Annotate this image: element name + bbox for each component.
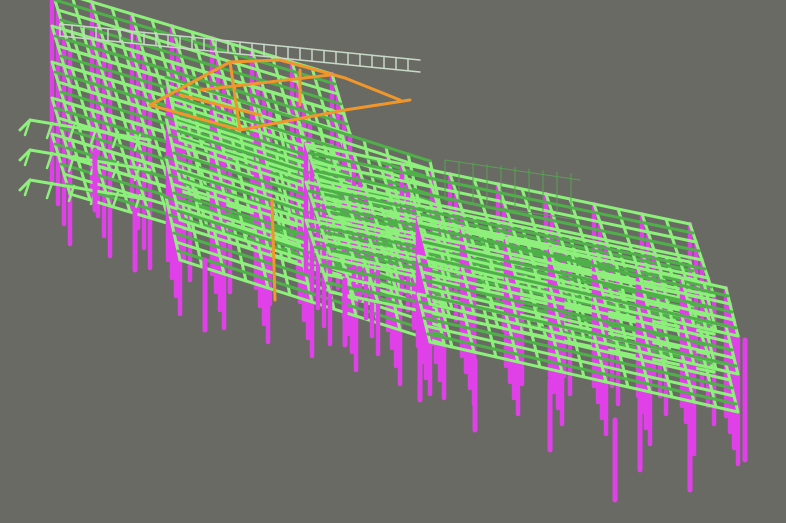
highlighted-beam bbox=[228, 58, 282, 64]
highlighted-beam bbox=[343, 76, 402, 102]
model-viewport[interactable] bbox=[0, 0, 786, 523]
beam bbox=[45, 181, 54, 200]
structural-frame-render bbox=[18, 0, 748, 503]
highlighted-beam bbox=[343, 98, 412, 112]
highlighted-column bbox=[270, 198, 277, 302]
